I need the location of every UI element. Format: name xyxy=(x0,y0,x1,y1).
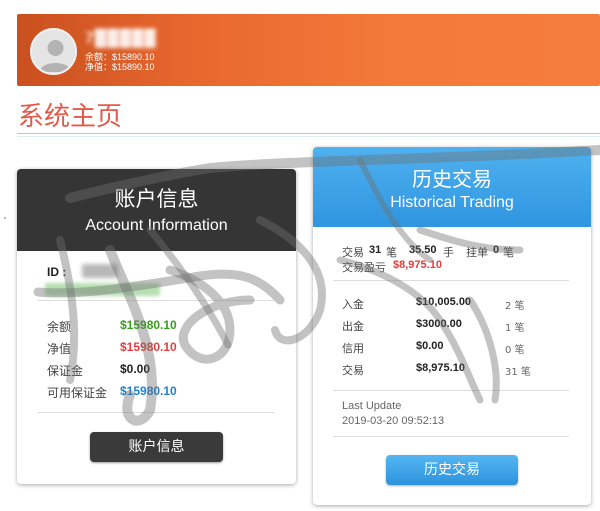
history-divider-bottom xyxy=(333,436,569,437)
title-divider xyxy=(17,133,600,134)
username: 7█████ xyxy=(85,30,157,47)
trading-label: 交易 xyxy=(342,364,364,377)
trades-label: 交易 xyxy=(342,246,364,259)
free-margin-label: 可用保证金 xyxy=(47,386,108,400)
credit-label: 信用 xyxy=(342,342,364,355)
lots-unit: 手 xyxy=(443,246,454,259)
history-card-header: 历史交易 Historical Trading xyxy=(313,147,591,227)
account-id-value-redacted xyxy=(82,264,118,278)
account-info-button[interactable]: 账户信息 xyxy=(90,432,223,462)
deposit-label: 入金 xyxy=(342,298,364,311)
pending-unit: 笔 xyxy=(503,246,514,259)
history-divider-top xyxy=(333,280,569,281)
pending-count: 0 xyxy=(493,244,500,256)
balance-label: 余额 xyxy=(47,320,72,334)
edge-mark xyxy=(4,217,6,219)
margin-label: 保证金 xyxy=(47,364,84,378)
last-update-value: 2019-03-20 09:52:13 xyxy=(342,415,445,427)
deposit-count: 2 笔 xyxy=(505,301,525,312)
account-card-header: 账户信息 Account Information xyxy=(17,169,296,251)
user-icon xyxy=(32,30,75,73)
free-margin-value: $15980.10 xyxy=(120,384,177,398)
margin-value: $0.00 xyxy=(120,362,151,376)
lots-value: 35.50 xyxy=(409,244,437,256)
account-card-title-en: Account Information xyxy=(85,217,228,234)
history-divider-mid xyxy=(333,390,569,391)
account-card-title-cn: 账户信息 xyxy=(114,187,199,211)
account-id-label: ID : xyxy=(47,265,67,279)
pending-label: 挂单 xyxy=(466,246,488,259)
account-divider-bottom xyxy=(38,412,274,413)
banner-balance: 余额：$15890.10 xyxy=(85,52,155,62)
withdraw-count: 1 笔 xyxy=(505,323,525,334)
history-card-title-cn: 历史交易 xyxy=(412,167,492,191)
account-name-redacted xyxy=(45,283,160,296)
last-update-label: Last Update xyxy=(342,400,402,412)
equity-label: 净值 xyxy=(47,342,72,356)
withdraw-amount: $3000.00 xyxy=(416,318,462,330)
credit-count: 0 笔 xyxy=(505,345,525,356)
page: 7█████ 余额：$15890.10 净值：$15890.10 系统主页 账户… xyxy=(0,0,600,511)
trades-count: 31 xyxy=(369,244,382,256)
credit-amount: $0.00 xyxy=(416,340,444,352)
history-card-title-en: Historical Trading xyxy=(390,194,514,211)
withdraw-label: 出金 xyxy=(342,320,364,333)
account-banner xyxy=(17,14,600,86)
pnl-value: $8,975.10 xyxy=(393,259,442,271)
trading-amount: $8,975.10 xyxy=(416,362,465,374)
pnl-label: 交易盈亏 xyxy=(342,261,386,274)
balance-value: $15980.10 xyxy=(120,318,177,332)
banner-equity: 净值：$15890.10 xyxy=(85,62,155,72)
deposit-amount: $10,005.00 xyxy=(416,296,472,308)
equity-value: $15980.10 xyxy=(120,340,177,354)
trades-unit: 笔 xyxy=(386,246,397,259)
page-title: 系统主页 xyxy=(18,102,123,132)
trading-count: 31 笔 xyxy=(505,367,531,378)
history-trading-button[interactable]: 历史交易 xyxy=(386,455,518,485)
account-divider-top xyxy=(38,300,274,301)
title-divider-secondary xyxy=(17,136,600,137)
avatar[interactable] xyxy=(30,28,77,75)
